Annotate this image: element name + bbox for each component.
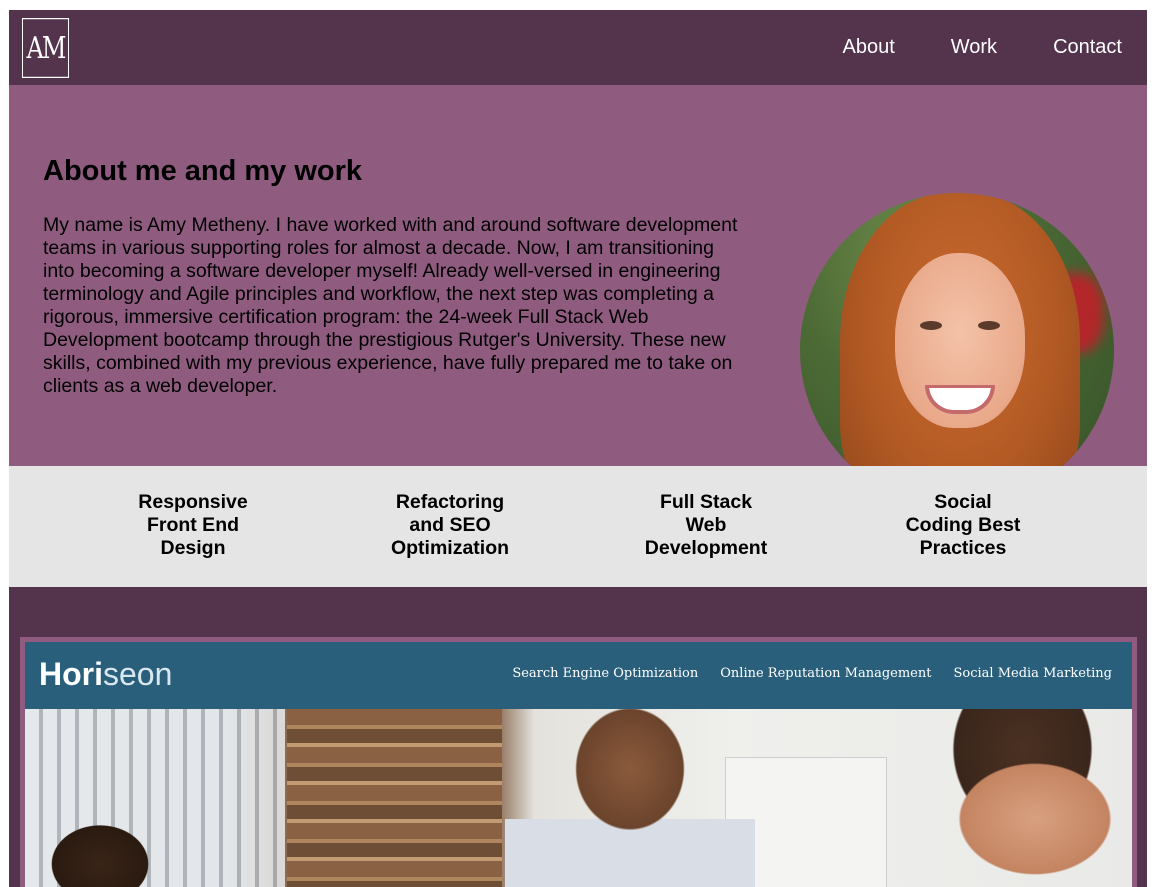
skill-line: Optimization xyxy=(390,537,510,559)
photo-eye-left xyxy=(920,321,942,330)
about-section: About me and my work My name is Amy Meth… xyxy=(9,85,1147,507)
skill-line: Web xyxy=(685,514,727,536)
about-body: My name is Amy Metheny. I have worked wi… xyxy=(43,214,738,397)
skill-social-coding: Social Coding Best Practices xyxy=(893,491,1033,560)
project-nav-item: Social Media Marketing xyxy=(953,666,1112,681)
hero-person xyxy=(885,709,1132,887)
project-screenshot: Horiseon Search Engine Optimization Onli… xyxy=(25,642,1132,887)
skill-line: and SEO xyxy=(409,514,491,536)
project-nav-item: Online Reputation Management xyxy=(720,666,932,681)
skill-line: Practices xyxy=(919,537,1007,559)
nav-work-link[interactable]: Work xyxy=(951,36,997,59)
skill-line: Front End xyxy=(146,514,240,536)
logo[interactable]: AM xyxy=(22,17,69,78)
skill-line: Full Stack xyxy=(659,491,753,513)
skill-responsive-front-end: Responsive Front End Design xyxy=(123,491,263,560)
brand-bold: Hori xyxy=(39,656,103,692)
site-header: AM About Work Contact xyxy=(9,10,1147,85)
skill-line: Social xyxy=(934,491,992,513)
project-header-bar: Horiseon Search Engine Optimization Onli… xyxy=(25,642,1132,709)
portfolio-page: AM About Work Contact About me and my wo… xyxy=(9,10,1147,887)
skills-section: Responsive Front End Design Refactoring … xyxy=(9,466,1147,587)
nav-contact-link[interactable]: Contact xyxy=(1053,36,1122,59)
hero-wood-wall xyxy=(287,709,502,887)
skill-line: Development xyxy=(644,537,768,559)
skill-line: Responsive xyxy=(138,491,248,513)
skill-line: Coding Best xyxy=(905,514,1021,536)
work-section: Horiseon Search Engine Optimization Onli… xyxy=(9,587,1147,887)
photo-eye-right xyxy=(978,321,1000,330)
about-title: About me and my work xyxy=(43,155,363,187)
skill-line: Design xyxy=(160,537,226,559)
profile-photo xyxy=(800,193,1114,507)
hero-person xyxy=(25,804,175,887)
skill-full-stack: Full Stack Web Development xyxy=(636,491,776,560)
hero-person xyxy=(505,709,755,887)
main-nav: About Work Contact xyxy=(786,36,1122,59)
brand-light: seon xyxy=(103,656,173,692)
skill-line: Refactoring xyxy=(395,491,505,513)
project-card-horiseon[interactable]: Horiseon Search Engine Optimization Onli… xyxy=(20,637,1137,887)
project-brand: Horiseon xyxy=(39,656,172,693)
project-hero-image xyxy=(25,709,1132,887)
skill-refactoring-seo: Refactoring and SEO Optimization xyxy=(380,491,520,560)
project-nav: Search Engine Optimization Online Reputa… xyxy=(490,666,1112,681)
nav-about-link[interactable]: About xyxy=(842,36,894,59)
project-nav-item: Search Engine Optimization xyxy=(512,666,699,681)
